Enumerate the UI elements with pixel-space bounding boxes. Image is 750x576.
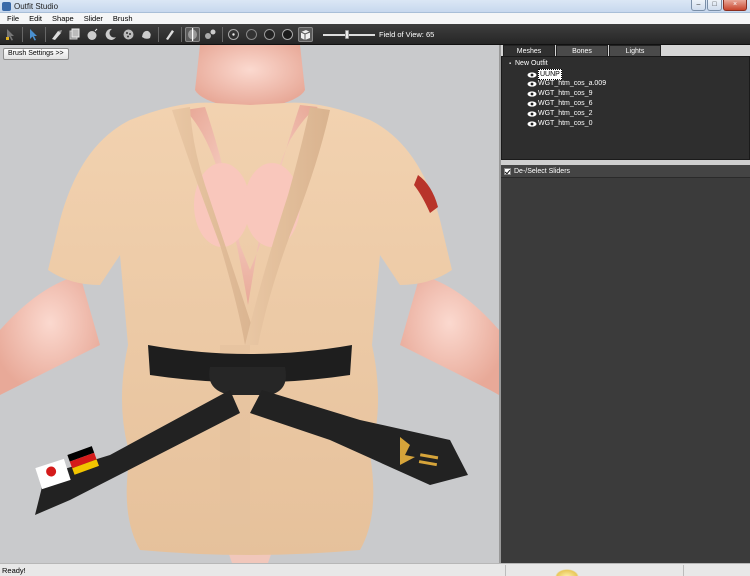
- mesh-item-wgt-htm-cos-6[interactable]: WGT_htm_cos_6: [527, 99, 592, 108]
- select-sliders-label[interactable]: De-/Select Sliders: [514, 168, 570, 175]
- window-title: Outfit Studio: [14, 2, 59, 11]
- menu-edit[interactable]: Edit: [24, 13, 47, 24]
- mirror-toggle-button[interactable]: [185, 26, 200, 42]
- small-dot-icon: [228, 28, 239, 40]
- mesh-item-label: WGT_htm_cos_9: [538, 90, 593, 97]
- toolbar: Field of View: 65: [0, 24, 750, 45]
- menu-file[interactable]: File: [2, 13, 24, 24]
- status-bar: Ready!: [0, 563, 750, 576]
- project-panel: Meshes Bones Lights ▪ New Outfit UUNP WG…: [501, 45, 750, 160]
- select-tool-button[interactable]: [3, 27, 18, 42]
- half-sphere-icon: [282, 28, 293, 40]
- menu-slider[interactable]: Slider: [79, 13, 108, 24]
- tab-meshes[interactable]: Meshes: [503, 45, 555, 56]
- panel-tabs: Meshes Bones Lights: [501, 45, 750, 56]
- brush-size-large-button[interactable]: [280, 27, 295, 42]
- select-sliders-checkbox[interactable]: [504, 167, 511, 175]
- deflate-brush-button[interactable]: [85, 27, 100, 42]
- eye-icon[interactable]: [527, 110, 537, 117]
- status-divider: [505, 565, 506, 576]
- mesh-item-wgt-htm-cos-9[interactable]: WGT_htm_cos_9: [527, 89, 592, 98]
- title-bar: Outfit Studio – □ ×: [0, 0, 750, 13]
- mesh-render: [0, 45, 499, 563]
- tab-bones[interactable]: Bones: [556, 45, 608, 56]
- bomb-icon: [87, 28, 98, 40]
- outfit-studio-window: Outfit Studio – □ × File Edit Shape Slid…: [0, 0, 750, 576]
- mesh-item-label: WGT_htm_cos_2: [538, 110, 593, 117]
- connected-toggle-button[interactable]: [203, 27, 218, 42]
- copy-icon: [69, 28, 80, 39]
- tree-root-label: New Outfit: [515, 60, 548, 67]
- status-divider: [683, 565, 684, 576]
- moon-icon: [105, 28, 116, 40]
- brush-size-small-button[interactable]: [244, 27, 259, 42]
- sphere-icon: [246, 28, 257, 40]
- menu-bar: File Edit Shape Slider Brush: [0, 13, 750, 24]
- moveshape-brush-button[interactable]: [103, 27, 118, 42]
- app-icon: [2, 2, 11, 11]
- fov-label: Field of View: 65: [379, 29, 435, 39]
- status-text: Ready!: [2, 566, 26, 575]
- mask-brush-button[interactable]: [49, 27, 64, 42]
- mesh-item-wgt-htm-cos-2[interactable]: WGT_htm_cos_2: [527, 109, 592, 118]
- color-brush-button[interactable]: [162, 27, 177, 42]
- mesh-item-label: WGT_htm_cos_0: [538, 120, 593, 127]
- brush-icon: [52, 29, 62, 40]
- 3d-viewport[interactable]: Brush Settings >>: [0, 45, 499, 563]
- eye-icon[interactable]: [527, 100, 537, 107]
- eye-icon[interactable]: [527, 90, 537, 97]
- transform-tool-button[interactable]: [26, 27, 41, 42]
- mesh-item-label: WGT_htm_cos_6: [538, 100, 593, 107]
- window-controls: – □ ×: [690, 0, 747, 11]
- status-glow-indicator: [555, 569, 579, 576]
- mesh-item-wgt-htm-cos-0[interactable]: WGT_htm_cos_0: [527, 119, 592, 128]
- weight-brush-button[interactable]: [139, 27, 154, 42]
- move-arrow-icon: [30, 28, 37, 40]
- fov-slider-track: [323, 33, 375, 36]
- mesh-item-wgt-htm-cos-a009[interactable]: WGT_htm_cos_a.009: [527, 79, 606, 88]
- sliders-panel: De-/Select Sliders: [501, 165, 750, 563]
- tree-root-outfit[interactable]: ▪ New Outfit: [509, 60, 548, 67]
- inflate-brush-button[interactable]: [67, 27, 82, 42]
- dots-ball-icon: [123, 29, 134, 39]
- fov-slider[interactable]: [323, 27, 375, 42]
- mesh-item-label: WGT_htm_cos_a.009: [538, 80, 607, 87]
- minimize-button[interactable]: –: [691, 0, 706, 11]
- brush-settings-button[interactable]: Brush Settings >>: [3, 48, 69, 60]
- close-button[interactable]: ×: [723, 0, 747, 11]
- mirror-icon: [188, 27, 197, 41]
- menu-shape[interactable]: Shape: [47, 13, 79, 24]
- blob-icon: [142, 30, 151, 39]
- sliders-header: De-/Select Sliders: [501, 165, 750, 178]
- brush-size-tiny-button[interactable]: [226, 27, 241, 42]
- eye-icon[interactable]: [527, 71, 537, 78]
- mesh-tree: ▪ New Outfit UUNP WGT_htm_cos_a.009 WGT_…: [501, 56, 750, 160]
- pen-icon: [166, 29, 174, 40]
- tab-lights[interactable]: Lights: [609, 45, 661, 56]
- eye-icon[interactable]: [527, 80, 537, 87]
- fov-slider-thumb[interactable]: [345, 29, 349, 39]
- wireframe-toggle-button[interactable]: [298, 26, 313, 42]
- eye-icon[interactable]: [527, 120, 537, 127]
- arrow-icon: [6, 28, 14, 40]
- brush-size-medium-button[interactable]: [262, 27, 277, 42]
- smooth-brush-button[interactable]: [121, 27, 136, 42]
- menu-brush[interactable]: Brush: [108, 13, 138, 24]
- cube-icon: [300, 29, 311, 40]
- maximize-button[interactable]: □: [707, 0, 722, 11]
- link-dots-icon: [205, 29, 216, 39]
- sphere-icon: [264, 28, 275, 40]
